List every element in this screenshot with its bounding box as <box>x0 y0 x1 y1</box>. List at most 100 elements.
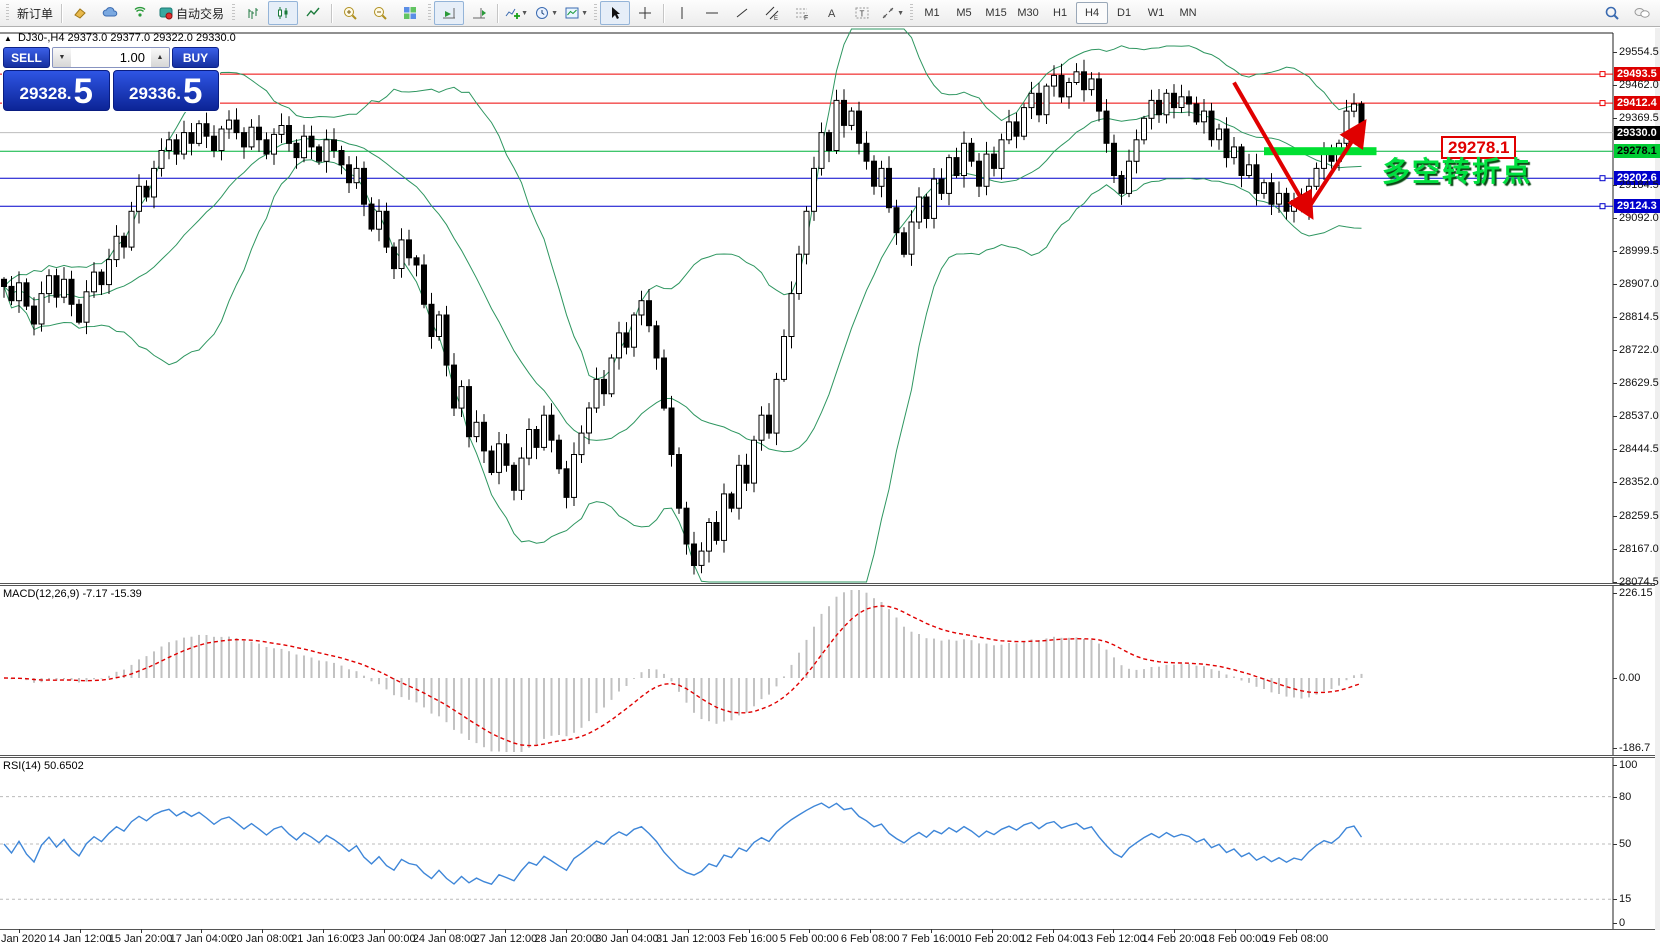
auto-scroll-icon <box>441 5 457 21</box>
volume-stepper: ▼ ▲ <box>52 47 170 68</box>
indicators-button[interactable]: ▼ <box>501 1 531 25</box>
time-tick-label: 23 Jan 00:00 <box>352 933 416 945</box>
chat-button[interactable] <box>1627 1 1657 25</box>
volume-input[interactable] <box>71 48 151 67</box>
time-tick-label: 14 Jan 12:00 <box>48 933 112 945</box>
rsi-tick-label: 15 <box>1619 893 1631 905</box>
tab-timeframe-w1[interactable]: W1 <box>1140 2 1172 24</box>
macd-tick-mark <box>1613 748 1617 749</box>
tile-windows-button[interactable] <box>395 1 425 25</box>
price-tick-label: 29369.5 <box>1619 112 1659 124</box>
time-tick-label: 7 Feb 16:00 <box>902 933 961 945</box>
support-price-tag: 29124.3 <box>1614 199 1660 213</box>
ohlc-values: 29373.0 29377.0 29322.0 29330.0 <box>68 32 236 44</box>
signals-button[interactable] <box>125 1 155 25</box>
buy-button[interactable]: BUY <box>172 47 219 68</box>
price-tick-label: 28352.0 <box>1619 476 1659 488</box>
price-tick-mark <box>1613 118 1617 119</box>
resistance-price-tag: 29412.4 <box>1614 96 1660 110</box>
time-tick-label: 20 Jan 08:00 <box>230 933 294 945</box>
time-tick-label: 19 Feb 08:00 <box>1263 933 1328 945</box>
market-button[interactable] <box>65 1 95 25</box>
tab-timeframe-m1[interactable]: M1 <box>916 2 948 24</box>
sell-button[interactable]: SELL <box>3 47 50 68</box>
search-button[interactable] <box>1597 1 1627 25</box>
arrows-button[interactable]: ▼ <box>877 1 907 25</box>
line-chart-icon <box>305 5 321 21</box>
price-tick-mark <box>1613 482 1617 483</box>
crosshair-button[interactable] <box>630 1 660 25</box>
rsi-tick-mark <box>1613 923 1617 924</box>
tab-timeframe-m30[interactable]: M30 <box>1012 2 1044 24</box>
vertical-line-icon <box>674 5 690 21</box>
channel-icon: E <box>764 5 780 21</box>
candlestick-chart-button[interactable] <box>268 1 298 25</box>
chart-shift-button[interactable] <box>464 1 494 25</box>
toolbar-grip <box>6 4 9 22</box>
fibonacci-button[interactable]: F <box>787 1 817 25</box>
mql5-community-button[interactable] <box>95 1 125 25</box>
chevron-down-icon: ▼ <box>897 10 904 17</box>
buy-price-button[interactable]: 29336. 5 <box>113 70 220 111</box>
rsi-tick-label: 0 <box>1619 917 1625 929</box>
market-icon <box>72 5 88 21</box>
macd-panel-canvas[interactable] <box>0 586 1660 755</box>
templates-button[interactable]: ▼ <box>561 1 591 25</box>
vertical-line-button[interactable] <box>667 1 697 25</box>
price-tick-label: 29092.0 <box>1619 212 1659 224</box>
svg-text:F: F <box>804 15 808 21</box>
tab-timeframe-m5[interactable]: M5 <box>948 2 980 24</box>
tab-timeframe-d1[interactable]: D1 <box>1108 2 1140 24</box>
tab-timeframe-h1[interactable]: H1 <box>1044 2 1076 24</box>
tab-timeframe-mn[interactable]: MN <box>1172 2 1204 24</box>
macd-splitter[interactable] <box>0 583 1660 584</box>
rsi-label: RSI(14) 50.6502 <box>3 760 84 772</box>
time-tick-label: 18 Feb 00:00 <box>1203 933 1268 945</box>
price-tick-mark <box>1613 185 1617 186</box>
annotation-text[interactable]: 多空转折点 <box>1382 150 1532 190</box>
clock-icon <box>534 5 550 21</box>
rsi-tick-mark <box>1613 899 1617 900</box>
price-tick-mark <box>1613 317 1617 318</box>
trendline-button[interactable] <box>727 1 757 25</box>
price-tick-label: 29554.5 <box>1619 46 1659 58</box>
zoom-out-button[interactable] <box>365 1 395 25</box>
time-tick-label: 30 Jan 04:00 <box>595 933 659 945</box>
time-tick-label: 6 Feb 08:00 <box>841 933 900 945</box>
text-label-button[interactable]: T <box>847 1 877 25</box>
chevron-down-icon: ▼ <box>551 10 558 17</box>
zoom-in-button[interactable] <box>335 1 365 25</box>
crosshair-icon <box>637 5 653 21</box>
rsi-splitter[interactable] <box>0 755 1660 756</box>
price-tick-label: 28444.5 <box>1619 443 1659 455</box>
cloud-icon <box>102 5 118 21</box>
horizontal-line-button[interactable] <box>697 1 727 25</box>
rsi-panel-canvas[interactable] <box>0 758 1660 929</box>
tab-timeframe-m15[interactable]: M15 <box>980 2 1012 24</box>
equidistant-channel-button[interactable]: E <box>757 1 787 25</box>
signal-icon <box>132 5 148 21</box>
trendline-icon <box>734 5 750 21</box>
tab-timeframe-h4[interactable]: H4 <box>1076 2 1108 24</box>
new-order-button[interactable]: 新订单 <box>12 1 58 25</box>
periods-button[interactable]: ▼ <box>531 1 561 25</box>
line-chart-button[interactable] <box>298 1 328 25</box>
auto-scroll-button[interactable] <box>434 1 464 25</box>
text-button[interactable]: A <box>817 1 847 25</box>
autotrade-button[interactable]: 自动交易 <box>155 1 229 25</box>
time-tick-label: 13 Feb 12:00 <box>1081 933 1146 945</box>
main-chart-canvas[interactable] <box>0 28 1660 583</box>
chevron-down-icon: ▼ <box>581 10 588 17</box>
price-tick-label: 28167.0 <box>1619 543 1659 555</box>
zoom-out-icon <box>372 5 388 21</box>
time-tick-label: 14 Feb 20:00 <box>1142 933 1207 945</box>
price-tick-label: 29184.5 <box>1619 179 1659 191</box>
volume-decrease-button[interactable]: ▼ <box>53 48 71 67</box>
macd-tick-label: 0.00 <box>1619 672 1640 684</box>
cursor-button[interactable] <box>600 1 630 25</box>
bar-chart-button[interactable] <box>238 1 268 25</box>
volume-increase-button[interactable]: ▲ <box>151 48 169 67</box>
collapse-trade-panel-icon[interactable]: ▲ <box>4 34 12 43</box>
price-tick-label: 28907.0 <box>1619 278 1659 290</box>
sell-price-button[interactable]: 29328. 5 <box>3 70 110 111</box>
